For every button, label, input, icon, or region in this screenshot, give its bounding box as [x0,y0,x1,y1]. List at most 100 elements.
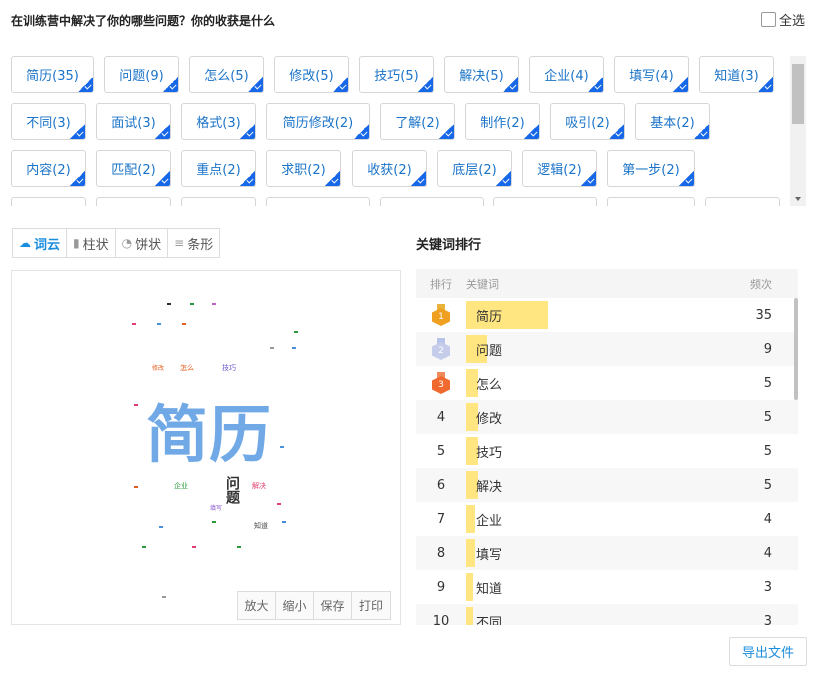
check-icon [163,77,178,92]
rank-cell: 1 [416,304,466,326]
tag-label: 逻辑(2) [537,163,582,178]
check-icon [503,77,518,92]
keyword-tag[interactable]: 内容(2) [11,150,86,187]
keyword-tag[interactable]: 修改(5) [274,56,349,93]
cloud-tool-button[interactable]: 放大 [238,592,276,619]
freq-cell: 5 [763,409,772,425]
keyword-tag[interactable]: 收获(2) [352,150,427,187]
keyword-tag[interactable]: 匹配(2) [96,150,171,187]
cloud-speck [190,303,194,305]
keyword-cell: 填写 [466,536,746,570]
tags-scrollbar[interactable] [790,56,806,206]
check-icon [411,171,426,186]
check-icon [354,124,369,139]
header-keyword: 关键词 [466,269,746,298]
keyword-tag[interactable]: 不同(3) [11,103,86,140]
keyword-tag-partial[interactable] [705,197,780,206]
keyword-tag[interactable]: 问题(9) [104,56,179,93]
horizontal-bar-icon: ≡ [174,236,185,250]
keyword-label: 问题 [476,343,503,359]
keyword-tag[interactable]: 吸引(2) [550,103,625,140]
rank-scrollbar[interactable] [794,298,798,400]
check-icon [240,124,255,139]
table-row[interactable]: 6 解决 5 [416,468,798,502]
keyword-tag[interactable]: 逻辑(2) [522,150,597,187]
cloud-icon: ☁ [19,236,31,250]
keyword-label: 简历 [476,309,503,325]
keyword-tag[interactable]: 技巧(5) [359,56,434,93]
freq-cell: 9 [763,341,772,357]
checkbox-box[interactable] [761,12,776,27]
cloud-speck [277,503,281,505]
tag-label: 求职(2) [281,163,326,178]
check-icon [694,124,709,139]
medal-icon: 1 [432,304,450,326]
table-row[interactable]: 7 企业 4 [416,502,798,536]
cloud-word: 技巧 [222,364,236,372]
keyword-tag[interactable]: 简历(35) [11,56,94,93]
table-row[interactable]: 8 填写 4 [416,536,798,570]
tab-view-2[interactable]: ◔ 饼状 [115,229,169,257]
cloud-tool-button[interactable]: 打印 [352,592,390,619]
keyword-tag[interactable]: 面试(3) [96,103,171,140]
check-icon [439,124,454,139]
keyword-tag[interactable]: 格式(3) [181,103,256,140]
rank-cell: 10 [432,613,450,626]
cloud-speck [182,323,186,325]
cloud-speck [294,331,298,333]
keyword-tag-partial[interactable] [11,197,86,206]
check-icon [524,124,539,139]
keyword-tag[interactable]: 重点(2) [181,150,256,187]
keyword-tag-partial[interactable] [266,197,370,206]
keyword-tag[interactable]: 解决(5) [444,56,519,93]
cloud-speck [212,521,216,523]
tab-view-1[interactable]: ▮ 柱状 [67,229,116,257]
tab-view-0[interactable]: ☁ 词云 [13,229,68,257]
cloud-tool-button[interactable]: 保存 [314,592,352,619]
keyword-tag-partial[interactable] [493,197,597,206]
keyword-tag-partial[interactable] [181,197,256,206]
export-button[interactable]: 导出文件 [729,637,807,666]
keyword-tag[interactable]: 第一步(2) [607,150,695,187]
table-row[interactable]: 10 不同 3 [416,604,798,625]
table-row[interactable]: 9 知道 3 [416,570,798,604]
tag-label: 重点(2) [196,163,241,178]
keyword-tag[interactable]: 知道(3) [699,56,774,93]
keyword-tag[interactable]: 制作(2) [465,103,540,140]
keyword-tag[interactable]: 基本(2) [635,103,710,140]
check-icon [240,171,255,186]
table-row[interactable]: 5 技巧 5 [416,434,798,468]
keyword-tag[interactable]: 了解(2) [380,103,455,140]
keyword-label: 技巧 [476,445,503,461]
keyword-cell: 技巧 [466,434,746,468]
table-row[interactable]: 4 修改 5 [416,400,798,434]
keyword-cell: 简历 [466,298,746,332]
keyword-tag[interactable]: 求职(2) [266,150,341,187]
table-row[interactable]: 3 怎么 5 [416,366,798,400]
keyword-cell: 不同 [466,604,746,625]
tab-view-3[interactable]: ≡ 条形 [168,229,220,257]
tags-scroll-thumb[interactable] [792,64,804,124]
table-row[interactable]: 1 简历 35 [416,298,798,332]
scroll-down-icon[interactable] [795,197,801,201]
keyword-cell: 企业 [466,502,746,536]
table-row[interactable]: 2 问题 9 [416,332,798,366]
tag-label: 技巧(5) [374,69,419,84]
cloud-tool-button[interactable]: 缩小 [276,592,314,619]
select-all-checkbox[interactable]: 全选 [761,10,805,29]
keyword-tag[interactable]: 填写(4) [614,56,689,93]
keyword-tag[interactable]: 底层(2) [437,150,512,187]
keyword-tag-partial[interactable] [380,197,484,206]
keyword-tag[interactable]: 简历修改(2) [266,103,370,140]
rank-cell: 4 [436,409,446,425]
keyword-tag-partial[interactable] [607,197,695,206]
cloud-speck [157,323,161,325]
cloud-word-main: 简历 [146,398,273,471]
tag-label: 怎么(5) [204,69,249,84]
keyword-tag-partial[interactable] [96,197,171,206]
word-cloud-panel: 简历 放大 缩小 保存 打印 问题 技巧 怎么 修改 解决 企业 填写 知道 [11,270,401,625]
keyword-tag[interactable]: 企业(4) [529,56,604,93]
keyword-tag[interactable]: 怎么(5) [189,56,264,93]
keyword-label: 解决 [476,479,503,495]
check-icon [70,124,85,139]
